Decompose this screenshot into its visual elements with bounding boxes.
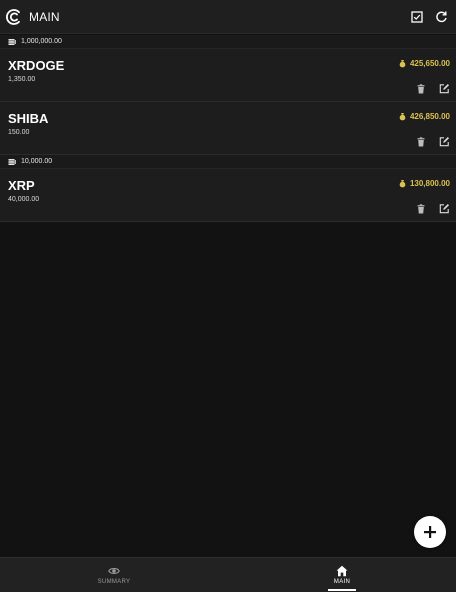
nav-main[interactable]: MAIN [228, 558, 456, 592]
bottom-navigation: SUMMARY MAIN [0, 557, 456, 592]
nav-main-label: MAIN [333, 579, 351, 585]
asset-quantity: 1,350.00 [8, 76, 36, 83]
asset-name: XRDOGE [8, 58, 65, 73]
home-icon [336, 565, 348, 577]
eye-icon [108, 565, 120, 577]
asset-quantity: 150.00 [8, 129, 30, 136]
list-item[interactable]: XRDOGE 1,350.00 425,650.00 [0, 49, 456, 102]
trash-icon[interactable] [415, 136, 426, 147]
group-header: 10,000.00 [0, 155, 456, 169]
add-button[interactable] [414, 516, 446, 548]
nav-summary-label: SUMMARY [97, 579, 131, 585]
asset-value: 425,650.00 [398, 59, 450, 68]
group-total: 1,000,000.00 [21, 38, 62, 45]
refresh-icon[interactable] [434, 10, 448, 24]
main-list: 1,000,000.00 XRDOGE 1,350.00 425,650.00 [0, 35, 456, 222]
asset-value: 426,850.00 [398, 112, 450, 121]
list-item[interactable]: SHIBA 150.00 426,850.00 [0, 102, 456, 155]
stack-icon [8, 38, 16, 46]
edit-icon[interactable] [439, 83, 450, 94]
money-bag-icon [398, 179, 407, 188]
edit-icon[interactable] [439, 203, 450, 214]
asset-value-text: 130,800.00 [409, 179, 450, 188]
group-header: 1,000,000.00 [0, 35, 456, 49]
money-bag-icon [398, 112, 407, 121]
asset-name: SHIBA [8, 111, 49, 126]
nav-summary[interactable]: SUMMARY [0, 558, 228, 592]
edit-icon[interactable] [439, 136, 450, 147]
trash-icon[interactable] [415, 203, 426, 214]
trash-icon[interactable] [415, 83, 426, 94]
plus-icon [423, 525, 437, 539]
group-total: 10,000.00 [21, 158, 53, 165]
c-logo-icon [5, 8, 23, 26]
list-item[interactable]: XRP 40,000.00 130,800.00 [0, 169, 456, 222]
app-bar: MAIN [0, 0, 456, 34]
stack-icon [8, 158, 16, 166]
asset-name: XRP [8, 178, 35, 193]
asset-value-text: 426,850.00 [409, 112, 450, 121]
asset-quantity: 40,000.00 [8, 196, 40, 203]
money-bag-icon [398, 59, 407, 68]
checkbox-icon[interactable] [410, 10, 424, 24]
page-title: MAIN [29, 9, 60, 24]
asset-value-text: 425,650.00 [409, 59, 450, 68]
asset-value: 130,800.00 [398, 179, 450, 188]
